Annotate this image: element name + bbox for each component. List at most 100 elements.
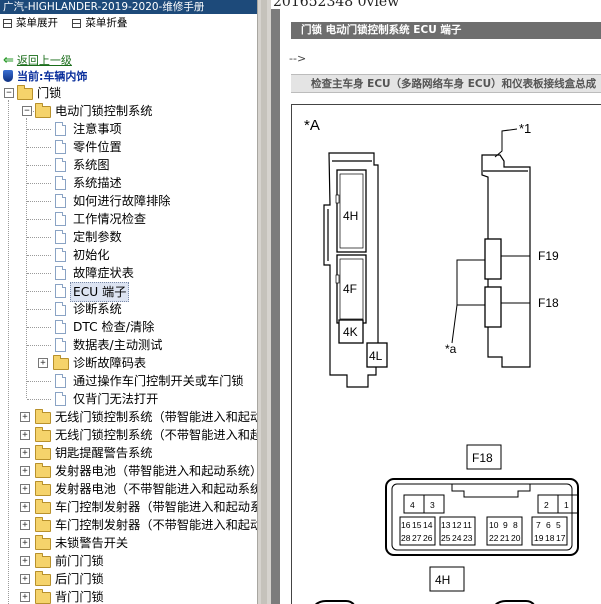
location-icon — [3, 70, 13, 82]
pin-label: 20 — [511, 533, 521, 543]
connector-4F: 4F — [335, 254, 367, 324]
pin-label: 8 — [513, 520, 518, 530]
document-icon — [55, 266, 66, 280]
expand-icon — [3, 18, 12, 28]
document-icon — [55, 302, 66, 316]
expand-toggle-icon[interactable]: + — [20, 538, 30, 548]
document-icon — [55, 284, 66, 298]
toc-panel: 广汽-HIGHLANDER-2019-2020-维修手册 菜单展开 菜单折叠 ⇐… — [0, 0, 257, 604]
connector-4L: 4L — [366, 342, 388, 368]
pin-label: 16 — [401, 520, 411, 530]
marker-a: *A — [304, 117, 320, 134]
expand-toggle-icon[interactable]: + — [20, 466, 30, 476]
connector-4K-label: 4K — [343, 325, 358, 339]
expand-toggle-icon[interactable]: + — [20, 592, 30, 602]
pin-label: 26 — [423, 533, 433, 543]
marker-1: *1 — [519, 121, 531, 136]
connector-4F-label: 4F — [343, 282, 357, 296]
pin-label: 28 — [401, 533, 411, 543]
pin-label: 21 — [500, 533, 510, 543]
connector-4L-label: 4L — [369, 349, 383, 363]
expand-toggle-icon[interactable]: + — [20, 520, 30, 530]
pin-label: 19 — [534, 533, 544, 543]
connector-F18: F18 — [484, 286, 559, 328]
folder-icon — [35, 463, 51, 478]
document-icon — [55, 320, 66, 334]
pin-label: 22 — [489, 533, 499, 543]
marker-1-leader — [494, 128, 518, 158]
expand-toggle-icon[interactable]: + — [38, 358, 48, 368]
document-icon — [55, 176, 66, 190]
manual-title: 广汽-HIGHLANDER-2019-2020-维修手册 — [0, 0, 257, 14]
collapse-all-button[interactable]: 菜单折叠 — [69, 17, 131, 29]
svg-text:4H: 4H — [435, 573, 450, 587]
collapse-toggle-icon[interactable]: − — [4, 88, 14, 98]
pin-label: 15 — [412, 520, 422, 530]
section-title: 检查主车身 ECU（多路网络车身 ECU）和仪表板接线盒总成 — [311, 78, 597, 90]
collapse-toggle-icon[interactable]: − — [22, 106, 32, 116]
pin-label: 6 — [546, 520, 551, 530]
folder-open-icon — [17, 85, 33, 100]
pin-label: 14 — [423, 520, 433, 530]
pin-label: 4 — [410, 500, 415, 510]
pin-label: 25 — [441, 533, 451, 543]
page-url-fragment: 201652348 0view — [273, 0, 400, 10]
document-icon — [55, 194, 66, 208]
document-icon — [55, 122, 66, 136]
folder-icon — [35, 427, 51, 442]
pin-label: 11 — [463, 520, 472, 530]
connector-diagram-svg: *A 4H 4F 4K 4L *1 F19 F18 *a F18 4 3 2 1… — [304, 117, 579, 604]
expand-all-button[interactable]: 菜单展开 — [0, 17, 62, 29]
current-location-value: 车辆内饰 — [43, 70, 88, 83]
folder-icon — [53, 355, 69, 370]
pane-splitter[interactable] — [257, 0, 272, 604]
connector-4K: 4K — [338, 319, 364, 344]
f18-pin-numbers: 4 3 2 1 16 15 14 13 12 11 10 9 8 7 6 5 2… — [401, 500, 569, 543]
section-header-bar: 检查主车身 ECU（多路网络车身 ECU）和仪表板接线盒总成 — [291, 74, 601, 93]
pin-label: 10 — [489, 520, 499, 530]
svg-text:F18: F18 — [472, 451, 493, 465]
pin-label: 24 — [452, 533, 462, 543]
back-link[interactable]: 返回上一级 — [17, 54, 72, 67]
content-scrollbar[interactable] — [271, 9, 280, 604]
expand-toggle-icon[interactable]: + — [20, 556, 30, 566]
pin-label: 7 — [536, 520, 541, 530]
current-location: 当前:车辆内饰 — [3, 68, 87, 84]
expand-toggle-icon[interactable]: + — [20, 430, 30, 440]
folder-icon — [35, 571, 51, 586]
menu-toolbar: 菜单展开 菜单折叠 — [0, 15, 135, 32]
expand-toggle-icon[interactable]: + — [20, 412, 30, 422]
pin-label: 1 — [564, 500, 569, 510]
connector-F19: F19 — [484, 238, 559, 280]
expand-toggle-icon[interactable]: + — [20, 574, 30, 584]
collapse-icon — [72, 18, 82, 28]
connector-4H-label: 4H — [343, 209, 358, 223]
back-arrow-icon: ⇐ — [3, 53, 14, 68]
folder-icon — [35, 409, 51, 424]
document-icon — [55, 158, 66, 172]
folder-icon — [35, 499, 51, 514]
pin-label: 13 — [441, 520, 451, 530]
h4-face-label: 4H — [429, 566, 465, 592]
pin-label: 3 — [430, 500, 435, 510]
splitter-handle[interactable] — [261, 0, 267, 604]
folder-icon — [35, 535, 51, 550]
document-icon — [55, 374, 66, 388]
document-icon — [55, 248, 66, 262]
pin-label: 27 — [412, 533, 422, 543]
pin-label: 23 — [463, 533, 473, 543]
marker-a-leader — [451, 259, 485, 344]
document-icon — [55, 230, 66, 244]
expand-toggle-icon[interactable]: + — [20, 448, 30, 458]
folder-icon — [35, 445, 51, 460]
expand-toggle-icon[interactable]: + — [20, 484, 30, 494]
folder-icon — [35, 481, 51, 496]
folder-open-icon — [35, 103, 51, 118]
pin-label: 17 — [556, 533, 566, 543]
expand-toggle-icon[interactable]: + — [20, 502, 30, 512]
connector-F19-label: F19 — [538, 249, 559, 263]
back-link-row[interactable]: ⇐ 返回上一级 — [3, 52, 72, 68]
document-icon — [55, 392, 66, 406]
content-panel: 201652348 0view 门锁 电动门锁控制系统 ECU 端子 --> 检… — [271, 0, 601, 604]
folder-icon — [35, 589, 51, 604]
